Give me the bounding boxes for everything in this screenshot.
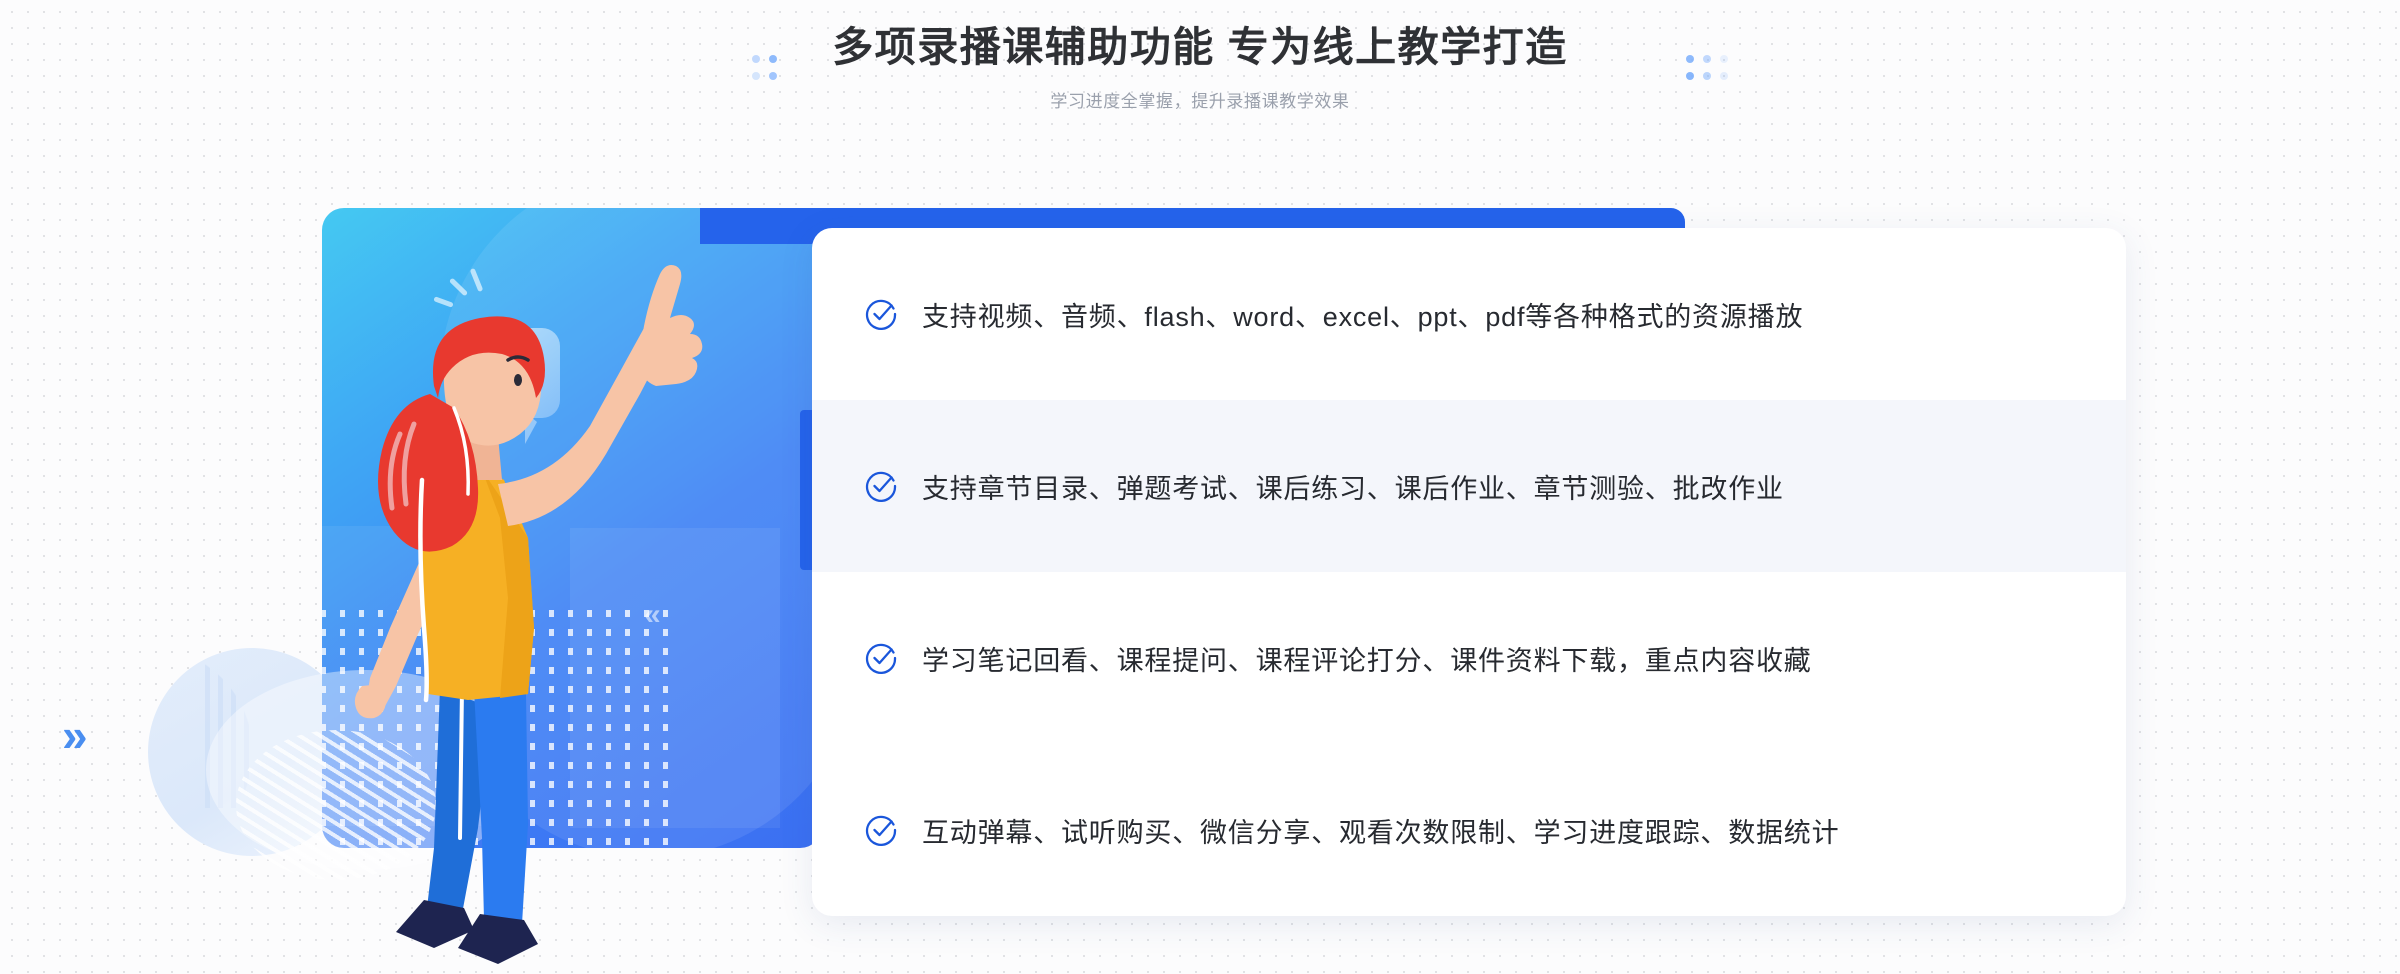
page-header: 多项录播课辅助功能 专为线上教学打造 学习进度全掌握，提升录播课教学效果 [0,0,2400,160]
feature-text: 支持章节目录、弹题考试、课后练习、课后作业、章节测验、批改作业 [922,473,1784,504]
chevron-right-icon: » [62,709,88,761]
page-subtitle: 学习进度全掌握，提升录播课教学效果 [1050,92,1350,112]
page-title: 多项录播课辅助功能 专为线上教学打造 [832,24,1568,70]
check-circle-icon [864,469,898,503]
feature-text: 互动弹幕、试听购买、微信分享、观看次数限制、学习进度跟踪、数据统计 [922,817,1840,848]
character-illustration [322,208,842,968]
check-circle-icon [864,297,898,331]
feature-row[interactable]: 互动弹幕、试听购买、微信分享、观看次数限制、学习进度跟踪、数据统计 [812,744,2126,916]
dot-cluster-left-decoration [752,55,777,80]
feature-card: 支持视频、音频、flash、word、excel、ppt、pdf等各种格式的资源… [812,228,2126,916]
feature-row[interactable]: 学习笔记回看、课程提问、课程评论打分、课件资料下载，重点内容收藏 [812,572,2126,744]
dot-cluster-right-decoration [1686,55,1728,80]
feature-row[interactable]: 支持章节目录、弹题考试、课后练习、课后作业、章节测验、批改作业 [812,400,2126,572]
check-circle-icon [864,813,898,847]
feature-text: 学习笔记回看、课程提问、课程评论打分、课件资料下载，重点内容收藏 [922,645,1812,676]
check-circle-icon [864,641,898,675]
feature-text: 支持视频、音频、flash、word、excel、ppt、pdf等各种格式的资源… [922,301,1804,332]
feature-row[interactable]: 支持视频、音频、flash、word、excel、ppt、pdf等各种格式的资源… [812,228,2126,400]
